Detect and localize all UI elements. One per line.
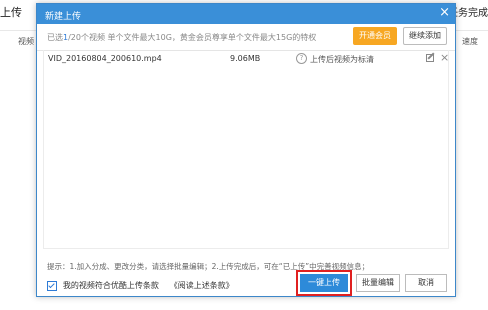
list-item: VID_20160804_200610.mp4 9.06MB ? 上传后视频为标… [44, 50, 449, 70]
edit-icon[interactable] [426, 54, 434, 62]
new-upload-dialog: 新建上传 × 已选1/20个视频 单个文件最大10G，黄金会员尊享单个文件最大1… [36, 3, 456, 297]
page-title: 上传 [0, 6, 22, 19]
quality-label: 上传后视频为标清 [310, 55, 374, 64]
help-icon[interactable]: ? [296, 53, 307, 64]
file-list: VID_20160804_200610.mp4 9.06MB ? 上传后视频为标… [43, 50, 449, 249]
file-size: 9.06MB [230, 54, 261, 63]
continue-add-button[interactable]: 继续添加 [403, 27, 447, 45]
one-click-upload-button[interactable]: 一键上传 [300, 274, 348, 292]
quota-prefix: 已选 [47, 33, 63, 42]
file-name: VID_20160804_200610.mp4 [48, 54, 162, 63]
cancel-button[interactable]: 取消 [405, 274, 447, 292]
dialog-title: 新建上传 [45, 12, 82, 22]
quota-text: 已选1/20个视频 单个文件最大10G，黄金会员尊享单个文件最大15G的特权 [47, 32, 316, 43]
upload-button-highlight: 一键上传 [296, 270, 352, 296]
quota-suffix: /20个视频 单个文件最大10G，黄金会员尊享单个文件最大15G的特权 [68, 33, 317, 42]
agree-row: 我的视频符合优酷上传条款 《阅读上述条款》 [47, 280, 234, 292]
open-vip-button[interactable]: 开通会员 [353, 27, 397, 45]
column-header-speed: 速度 [462, 37, 478, 46]
close-icon[interactable]: × [439, 6, 450, 20]
column-header-video: 视频 [18, 37, 34, 46]
remove-file-icon[interactable]: × [440, 51, 449, 64]
quota-bar: 已选1/20个视频 单个文件最大10G，黄金会员尊享单个文件最大15G的特权 开… [37, 24, 455, 51]
agree-checkbox[interactable] [47, 280, 57, 291]
dialog-titlebar: 新建上传 × [37, 4, 455, 24]
terms-link[interactable]: 《阅读上述条款》 [170, 281, 234, 290]
batch-edit-button[interactable]: 批量编辑 [356, 274, 400, 292]
agree-label: 我的视频符合优酷上传条款 [62, 281, 159, 290]
